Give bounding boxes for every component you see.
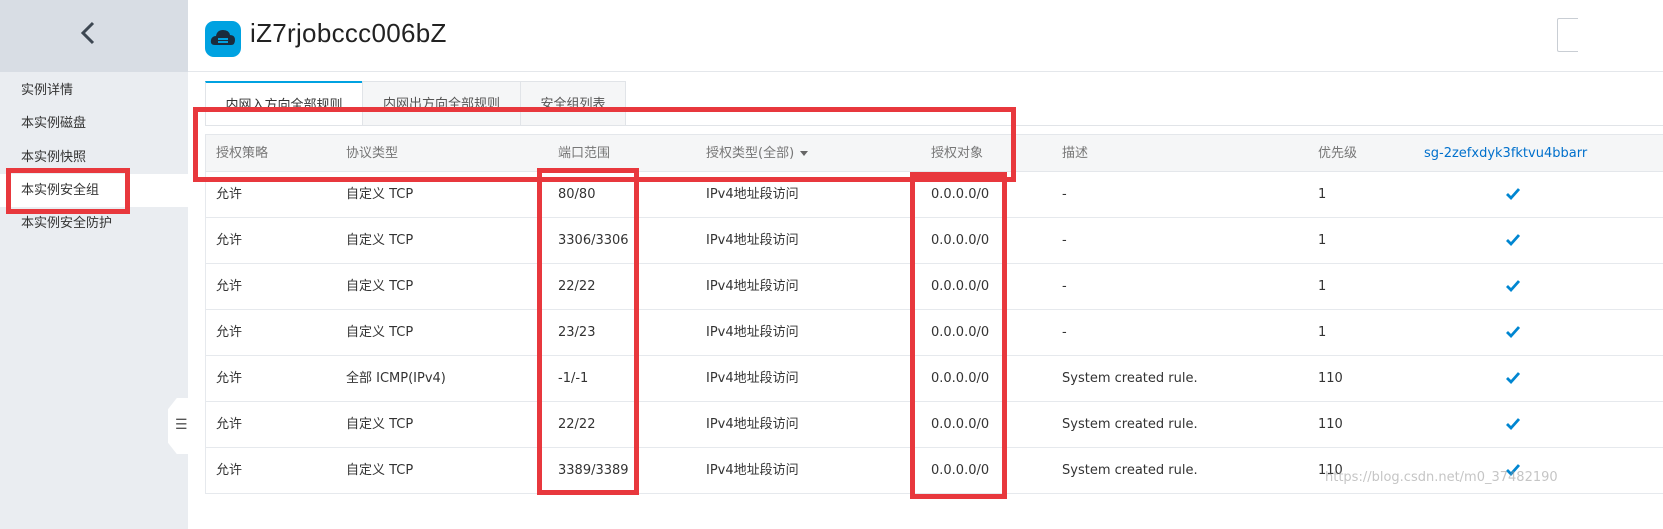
cell-port: 80/80 bbox=[558, 187, 596, 202]
col-policy: 授权策略 bbox=[216, 146, 269, 161]
col-port-range: 端口范围 bbox=[558, 146, 611, 161]
cell-protocol: 自定义 TCP bbox=[346, 463, 414, 478]
table-row: 允许 全部 ICMP(IPv4) -1/-1 IPv4地址段访问 0.0.0.0/0 Sy… bbox=[205, 356, 1663, 402]
cell-protocol: 自定义 TCP bbox=[346, 325, 414, 340]
col-auth-type-filter[interactable]: 授权类型(全部) bbox=[706, 135, 809, 173]
header-action-button[interactable] bbox=[1557, 18, 1578, 52]
col-security-group-link[interactable]: sg-2zefxdyk3fktvu4bbarr bbox=[1424, 135, 1587, 173]
cell-description: - bbox=[1062, 325, 1067, 340]
cell-target: 0.0.0.0/0 bbox=[931, 279, 990, 294]
cell-target: 0.0.0.0/0 bbox=[931, 187, 990, 202]
cell-policy: 允许 bbox=[216, 325, 243, 340]
cell-policy: 允许 bbox=[216, 187, 243, 202]
cell-policy: 允许 bbox=[216, 279, 243, 294]
cell-port: 3389/3389 bbox=[558, 463, 629, 478]
cell-auth-type: IPv4地址段访问 bbox=[706, 233, 799, 248]
table-body: 允许 自定义 TCP 80/80 IPv4地址段访问 0.0.0.0/0-1 允许 自定义 … bbox=[205, 172, 1663, 494]
table-row: 允许 自定义 TCP 80/80 IPv4地址段访问 0.0.0.0/0 - 1 bbox=[205, 172, 1663, 218]
cell-policy: 允许 bbox=[216, 463, 243, 478]
cell-description: System created rule. bbox=[1062, 371, 1198, 386]
collapse-sidebar-icon: ☰ bbox=[175, 417, 188, 433]
cell-protocol: 全部 ICMP(IPv4) bbox=[346, 371, 446, 386]
checkmark-icon bbox=[1506, 418, 1520, 431]
col-protocol: 协议类型 bbox=[346, 146, 399, 161]
checkmark-icon bbox=[1506, 234, 1520, 247]
cell-auth-type: IPv4地址段访问 bbox=[706, 187, 799, 202]
cell-priority: 110 bbox=[1318, 371, 1343, 386]
cell-priority: 110 bbox=[1318, 417, 1343, 432]
cell-protocol: 自定义 TCP bbox=[346, 187, 414, 202]
sidebar-item-instance-details[interactable]: 实例详情 bbox=[0, 74, 188, 107]
table-row: 允许 自定义 TCP 22/22 IPv4地址段访问 0.0.0.0/0 System c… bbox=[205, 402, 1663, 448]
cloud-server-icon bbox=[205, 21, 241, 57]
cell-description: - bbox=[1062, 187, 1067, 202]
table-row: 允许 自定义 TCP 22/22 IPv4地址段访问 0.0.0.0/0 - 1 bbox=[205, 264, 1663, 310]
tab-outbound-rules[interactable]: 内网出方向全部规则 bbox=[362, 81, 521, 126]
col-description: 描述 bbox=[1062, 146, 1089, 161]
cell-description: - bbox=[1062, 233, 1067, 248]
collapse-sidebar-button[interactable]: ☰ bbox=[168, 398, 190, 454]
table-row: 允许 自定义 TCP 23/23 IPv4地址段访问 0.0.0.0/0 - 1 bbox=[205, 310, 1663, 356]
chevron-left-icon bbox=[80, 21, 95, 45]
cell-auth-type: IPv4地址段访问 bbox=[706, 417, 799, 432]
cell-target: 0.0.0.0/0 bbox=[931, 463, 990, 478]
cell-target: 0.0.0.0/0 bbox=[931, 233, 990, 248]
cell-description: System created rule. bbox=[1062, 463, 1198, 478]
cell-port: 23/23 bbox=[558, 325, 596, 340]
tab-security-group-list[interactable]: 安全组列表 bbox=[520, 81, 626, 126]
caret-down-icon bbox=[800, 151, 809, 156]
cell-protocol: 自定义 TCP bbox=[346, 417, 414, 432]
sidebar-item-snapshots[interactable]: 本实例快照 bbox=[0, 141, 188, 174]
col-priority: 优先级 bbox=[1318, 146, 1358, 161]
checkmark-icon bbox=[1506, 372, 1520, 385]
cell-target: 0.0.0.0/0 bbox=[931, 325, 990, 340]
tab-inbound-rules[interactable]: 内网入方向全部规则 bbox=[205, 81, 363, 126]
cell-port: 3306/3306 bbox=[558, 233, 629, 248]
cell-target: 0.0.0.0/0 bbox=[931, 417, 990, 432]
watermark: https://blog.csdn.net/m0_37482190 bbox=[1325, 470, 1558, 485]
sidebar-item-disks[interactable]: 本实例磁盘 bbox=[0, 107, 188, 140]
cell-description: System created rule. bbox=[1062, 417, 1198, 432]
checkmark-icon bbox=[1506, 326, 1520, 339]
cell-port: -1/-1 bbox=[558, 371, 589, 386]
cell-protocol: 自定义 TCP bbox=[346, 279, 414, 294]
cell-policy: 允许 bbox=[216, 417, 243, 432]
cell-auth-type: IPv4地址段访问 bbox=[706, 463, 799, 478]
sidebar-item-security-groups[interactable]: 本实例安全组 bbox=[0, 174, 188, 207]
page-title: iZ7rjobccc006bZ bbox=[250, 18, 447, 48]
cell-auth-type: IPv4地址段访问 bbox=[706, 279, 799, 294]
cell-policy: 允许 bbox=[216, 371, 243, 386]
cell-auth-type: IPv4地址段访问 bbox=[706, 371, 799, 386]
checkmark-icon bbox=[1506, 280, 1520, 293]
back-button[interactable] bbox=[0, 0, 188, 72]
col-auth-type-label: 授权类型(全部) bbox=[706, 146, 795, 161]
sidebar: 实例详情 本实例磁盘 本实例快照 本实例安全组 本实例安全防护 ☰ bbox=[0, 0, 190, 529]
cell-priority: 1 bbox=[1318, 325, 1327, 340]
cell-policy: 允许 bbox=[216, 233, 243, 248]
tabs-divider bbox=[205, 125, 1663, 126]
cell-description: - bbox=[1062, 279, 1067, 294]
cell-port: 22/22 bbox=[558, 279, 596, 294]
cell-auth-type: IPv4地址段访问 bbox=[706, 325, 799, 340]
col-target: 授权对象 bbox=[931, 146, 984, 161]
table-row: 允许 自定义 TCP 3306/3306 IPv4地址段访问 0.0.0.0/0 - 1 bbox=[205, 218, 1663, 264]
rules-table: 授权策略 协议类型 端口范围 授权类型(全部) 授权对象 描述 优先级 sg-2… bbox=[205, 134, 1663, 494]
cell-priority: 1 bbox=[1318, 187, 1327, 202]
cell-priority: 1 bbox=[1318, 279, 1327, 294]
header-divider bbox=[188, 71, 1663, 72]
checkmark-icon bbox=[1506, 188, 1520, 201]
table-header: 授权策略 协议类型 端口范围 授权类型(全部) 授权对象 描述 优先级 sg-2… bbox=[205, 134, 1663, 172]
cell-protocol: 自定义 TCP bbox=[346, 233, 414, 248]
sidebar-item-security-protection[interactable]: 本实例安全防护 bbox=[0, 207, 188, 240]
cell-target: 0.0.0.0/0 bbox=[931, 371, 990, 386]
cell-port: 22/22 bbox=[558, 417, 596, 432]
cell-priority: 1 bbox=[1318, 233, 1327, 248]
